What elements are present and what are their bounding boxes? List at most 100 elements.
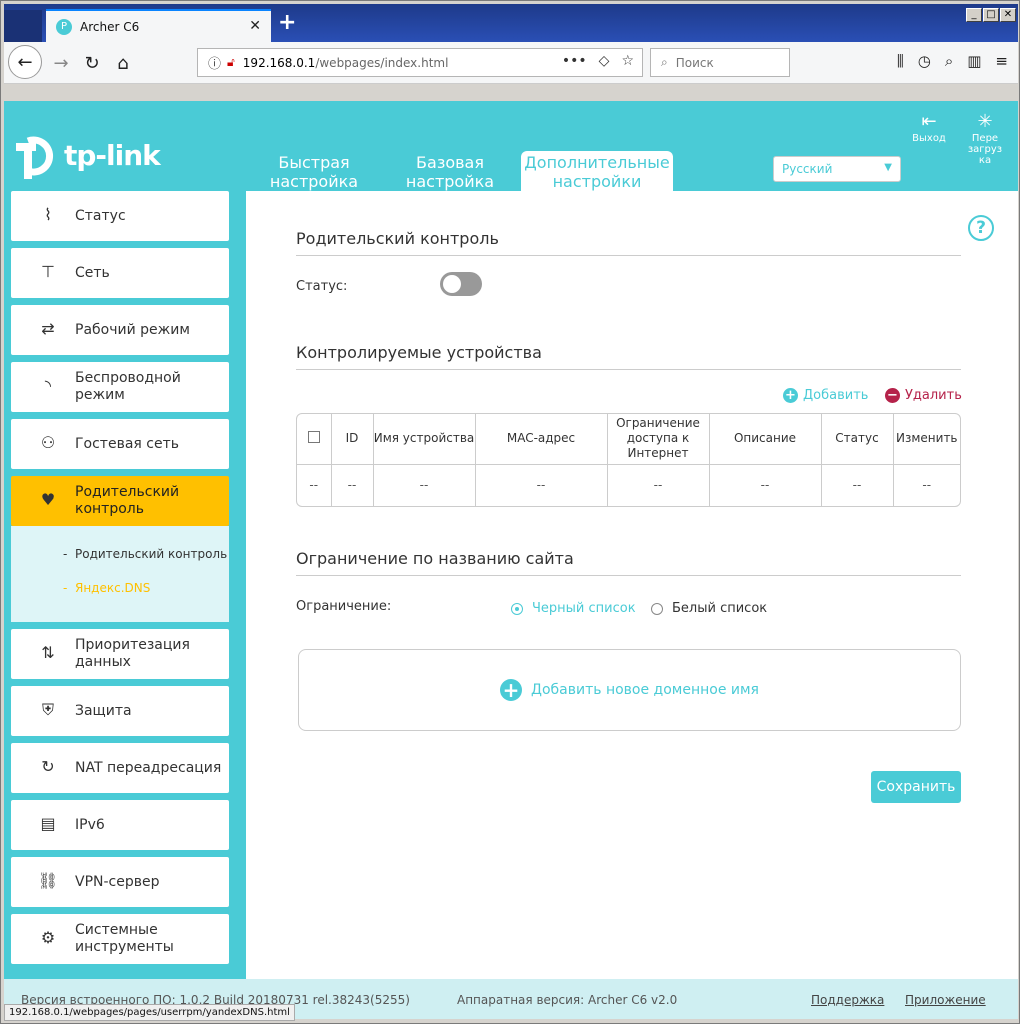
tab-quick-setup[interactable]: Быстрая настройка xyxy=(266,151,362,191)
menu-icon[interactable]: ≡ xyxy=(995,52,1008,70)
add-domain-label: Добавить новое доменное имя xyxy=(531,682,759,698)
sidebar-item-wireless[interactable]: ◝ Беспроводной режим xyxy=(11,362,229,412)
tplink-logo-icon xyxy=(16,136,53,179)
tab-basic[interactable]: Базовая настройка xyxy=(402,151,498,191)
delete-device-button[interactable]: − Удалить xyxy=(885,388,962,403)
nat-icon: ↻ xyxy=(41,757,55,776)
home-icon[interactable]: ⌂ xyxy=(108,48,138,78)
sidebar-item-security[interactable]: ⛨ Защита xyxy=(11,686,229,736)
wireless-icon: ◝ xyxy=(44,376,52,395)
sidebar-item-nat[interactable]: ↻ NAT переадресация xyxy=(11,743,229,793)
plus-icon: + xyxy=(783,388,798,403)
submenu-item-yandex-dns[interactable]: - Яндекс.DNS xyxy=(11,580,229,596)
sidebar-item-system-tools[interactable]: ⚙ Системные инструменты xyxy=(11,914,229,964)
minus-icon: − xyxy=(885,388,900,403)
language-select[interactable]: Русский ▼ xyxy=(773,156,901,182)
history-icon[interactable]: ◷ xyxy=(918,52,931,70)
pulse-icon: ⌇ xyxy=(44,205,52,224)
bookmark-star-icon[interactable]: ☆ xyxy=(621,53,634,69)
maximize-button[interactable]: □ xyxy=(983,8,999,22)
save-button[interactable]: Сохранить xyxy=(871,771,961,803)
tab-overflow[interactable] xyxy=(4,10,42,42)
language-value: Русский xyxy=(782,162,833,176)
parental-status-toggle[interactable] xyxy=(440,272,482,296)
sidebar-toggle-icon[interactable]: ▥ xyxy=(967,52,981,70)
divider xyxy=(296,369,961,370)
search-input[interactable]: ⌕ Поиск xyxy=(650,48,790,77)
add-device-button[interactable]: + Добавить xyxy=(783,388,868,403)
reboot-label: Пере загруз ка xyxy=(967,133,1003,166)
chevron-down-icon: ▼ xyxy=(884,162,892,173)
radio-blacklist[interactable]: Черный список xyxy=(511,601,636,616)
network-icon: ⊤ xyxy=(41,262,55,281)
section-title-parental: Родительский контроль xyxy=(296,229,499,248)
col-id: ID xyxy=(331,414,374,465)
sidebar-item-parental-control[interactable]: ♥ Родительский контроль xyxy=(11,476,229,526)
add-domain-button[interactable]: + Добавить новое доменное имя xyxy=(298,649,961,731)
devices-table: ID Имя устройства MAC-адрес Ограничение … xyxy=(296,413,961,507)
logo-text: tp-link xyxy=(64,138,161,172)
back-icon[interactable]: ← xyxy=(8,45,42,79)
app-link[interactable]: Приложение xyxy=(905,993,986,1007)
new-tab-icon[interactable]: + xyxy=(278,10,296,35)
navigation-bar: ← → ↻ ⌂ ⓘ 🔓︎ 192.168.0.1/webpages/index.… xyxy=(4,42,1018,84)
logout-icon: ⇤ xyxy=(921,111,937,132)
hardware-version: Аппаратная версия: Archer C6 v2.0 xyxy=(457,993,678,1007)
table-cell: -- xyxy=(475,464,608,506)
select-all-checkbox[interactable] xyxy=(307,430,320,443)
reload-icon[interactable]: ↻ xyxy=(77,48,107,78)
link-icon: ⛓ xyxy=(37,871,59,890)
sidebar-item-label: NAT переадресация xyxy=(75,759,222,776)
sidebar-item-vpn[interactable]: ⛓ VPN-сервер xyxy=(11,857,229,907)
sidebar-item-ipv6[interactable]: ▤ IPv6 xyxy=(11,800,229,850)
logout-label: Выход xyxy=(912,133,946,144)
tab-advanced[interactable]: Дополнительные настройки xyxy=(521,151,673,191)
col-edit: Изменить xyxy=(893,414,960,465)
reboot-button[interactable]: ✳ Пере загруз ка xyxy=(965,111,1005,166)
shield-icon: ⛨ xyxy=(41,700,54,719)
logout-button[interactable]: ⇤ Выход xyxy=(909,111,949,144)
sidebar-item-network[interactable]: ⊤ Сеть xyxy=(11,248,229,298)
sidebar-item-operation-mode[interactable]: ⇄ Рабочий режим xyxy=(11,305,229,355)
plus-icon: + xyxy=(500,679,523,701)
close-window-button[interactable]: ✕ xyxy=(1000,8,1016,22)
radio-dot xyxy=(511,602,523,615)
minimize-button[interactable]: _ xyxy=(966,8,982,22)
info-icon[interactable]: ⓘ xyxy=(208,53,221,72)
pocket-icon[interactable]: ◇ xyxy=(599,53,610,69)
browser-tab[interactable]: P Archer C6 ✕ xyxy=(46,9,271,42)
submenu-item-parental-control[interactable]: - Родительский контроль xyxy=(11,546,229,562)
help-icon[interactable]: ? xyxy=(968,215,994,241)
sidebar: ⌇ Статус ⊤ Сеть ⇄ Рабочий режим ◝ Беспроводн… xyxy=(11,191,229,971)
radio-whitelist[interactable]: Белый список xyxy=(651,601,767,616)
col-status: Статус xyxy=(821,414,894,465)
radio-dot xyxy=(651,602,663,615)
sidebar-item-guest-network[interactable]: ⚇ Гостевая сеть xyxy=(11,419,229,469)
sidebar-item-label: Приоритезация данных xyxy=(75,637,190,670)
forward-icon[interactable]: → xyxy=(46,48,76,78)
page-viewport: tp-link Быстрая настройка Базовая настро… xyxy=(4,101,1018,1019)
sidebar-item-status[interactable]: ⌇ Статус xyxy=(11,191,229,241)
table-cell: -- xyxy=(297,464,332,506)
page-actions-icon[interactable]: ••• xyxy=(562,53,587,69)
library-icon[interactable]: ⫼ xyxy=(897,52,904,70)
support-link[interactable]: Поддержка xyxy=(811,993,884,1007)
zoom-icon[interactable]: ⌕ xyxy=(945,52,953,70)
table-cell: -- xyxy=(607,464,710,506)
ipv6-icon: ▤ xyxy=(40,814,56,833)
browser-window: P Archer C6 ✕ + _ □ ✕ ← → ↻ ⌂ ⓘ 🔓︎ 192.1… xyxy=(0,0,1020,1024)
table-cell: -- xyxy=(709,464,822,506)
status-label: Статус: xyxy=(296,279,348,294)
guest-icon: ⚇ xyxy=(40,433,56,452)
close-tab-icon[interactable]: ✕ xyxy=(249,18,261,34)
table-row: -- -- -- -- -- -- -- -- xyxy=(297,464,960,506)
col-access-limit: Ограничение доступа к Интернет xyxy=(607,414,710,465)
table-header-row: ID Имя устройства MAC-адрес Ограничение … xyxy=(297,414,960,465)
url-bar[interactable]: ⓘ 🔓︎ 192.168.0.1/webpages/index.html •••… xyxy=(197,48,643,77)
search-icon: ⌕ xyxy=(661,55,668,69)
col-mac: MAC-адрес xyxy=(475,414,608,465)
insecure-lock-icon: 🔓︎ xyxy=(227,55,235,69)
tab-bar: P Archer C6 ✕ + _ □ ✕ xyxy=(4,4,1018,42)
restriction-label: Ограничение: xyxy=(296,599,392,614)
sidebar-item-qos[interactable]: ⇅ Приоритезация данных xyxy=(11,629,229,679)
